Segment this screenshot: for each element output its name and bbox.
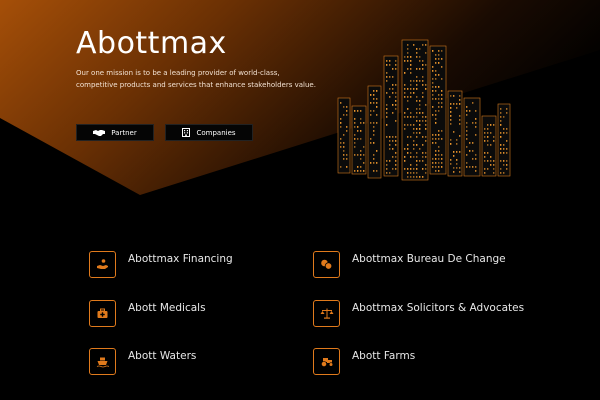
service-abott-waters[interactable]: Abott Waters (89, 348, 196, 375)
service-label: Abottmax Bureau De Change (352, 253, 506, 265)
service-abottmax-financing[interactable]: Abottmax Financing (89, 251, 233, 278)
service-label: Abott Farms (352, 350, 416, 362)
building-icon (182, 128, 191, 137)
tractor-icon (320, 358, 333, 367)
partner-button-label: Partner (111, 128, 137, 137)
hand-coin-icon (97, 259, 108, 269)
service-abott-medicals[interactable]: Abott Medicals (89, 300, 206, 327)
service-abottmax-solicitors[interactable]: Abottmax Solicitors & Advocates (313, 300, 524, 327)
hero-section: Abottmax Our one mission is to be a lead… (0, 0, 600, 200)
partner-button[interactable]: Partner (76, 124, 154, 141)
service-label: Abottmax Financing (128, 253, 233, 265)
mission-statement: Our one mission is to be a leading provi… (76, 69, 316, 89)
service-abottmax-bureau-de-change[interactable]: Abottmax Bureau De Change (313, 251, 506, 278)
service-abott-farms[interactable]: Abott Farms (313, 348, 415, 375)
city-skyline-illustration (337, 39, 511, 181)
service-label: Abott Waters (128, 350, 197, 362)
handshake-icon (93, 129, 106, 136)
balance-scale-icon (320, 308, 333, 319)
companies-button[interactable]: Companies (165, 124, 253, 141)
page-title: Abottmax (76, 26, 227, 61)
money-exchange-icon (321, 259, 333, 270)
service-label: Abottmax Solicitors & Advocates (352, 302, 525, 314)
water-ship-icon (96, 357, 109, 368)
service-label: Abott Medicals (128, 302, 206, 314)
medical-kit-icon (97, 308, 108, 318)
companies-button-label: Companies (196, 128, 236, 137)
